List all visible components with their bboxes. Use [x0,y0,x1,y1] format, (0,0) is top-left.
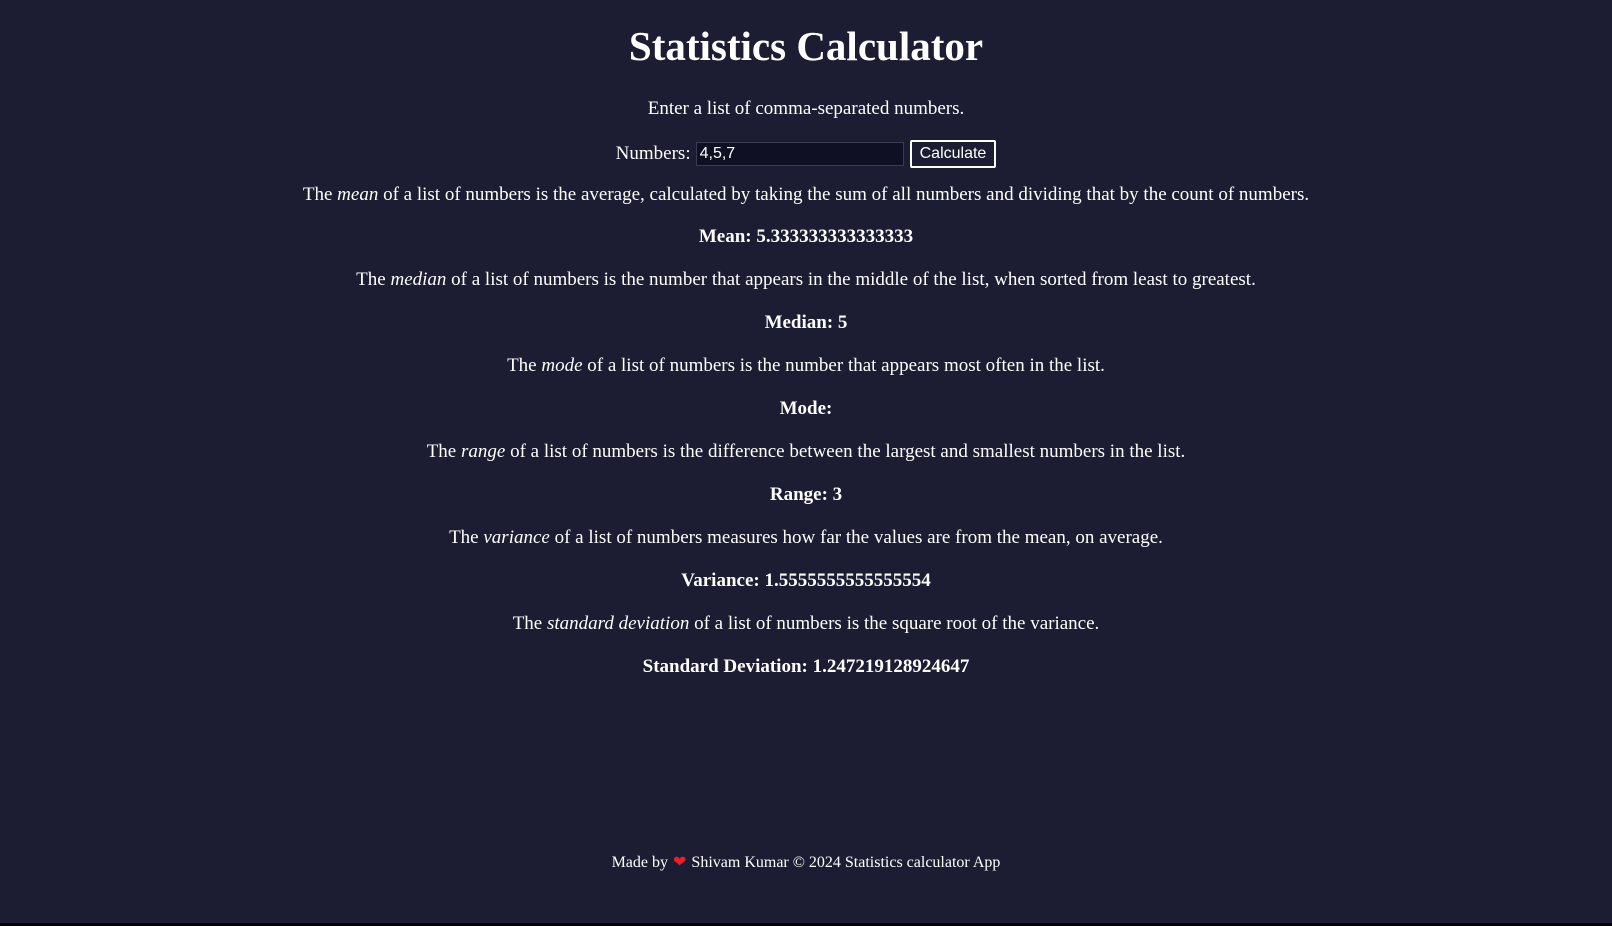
numbers-form: Numbers: Calculate [0,139,1612,169]
median-result: Median: 5 [764,312,848,333]
variance-desc-before: The [449,527,484,548]
variance-desc-after: of a list of numbers measures how far th… [549,527,1163,548]
heart-icon: ❤ [673,852,687,871]
std-dev-result: Standard Deviation: 1.247219128924647 [642,656,970,677]
mode-result: Mode: [779,398,833,419]
mode-desc-before: The [507,355,542,376]
variance-result: Variance: 1.5555555555555554 [681,570,931,591]
mean-description: The mean of a list of numbers is the ave… [0,183,1612,207]
mean-desc-after: of a list of numbers is the average, cal… [378,184,1310,205]
variance-term: variance [483,527,550,548]
mean-desc-before: The [302,184,338,205]
mean-term: mean [337,184,379,205]
variance-description: The variance of a list of numbers measur… [0,526,1612,550]
intro-text: Enter a list of comma-separated numbers. [647,98,965,119]
range-desc-before: The [426,441,461,462]
range-term: range [461,441,506,462]
std-dev-desc-after: of a list of numbers is the square root … [689,613,1100,634]
range-description: The range of a list of numbers is the di… [0,440,1612,464]
page-title: Statistics Calculator [628,23,984,69]
std-dev-term: standard deviation [547,613,690,634]
median-term: median [390,269,447,290]
numbers-label: Numbers: [615,143,691,164]
range-result: Range: 3 [769,484,843,505]
numbers-input[interactable] [695,142,904,166]
calculate-button[interactable]: Calculate [909,140,997,168]
mode-description: The mode of a list of numbers is the num… [0,354,1612,378]
footer-made-by: Made by [611,854,669,871]
mode-desc-after: of a list of numbers is the number that … [582,355,1105,376]
std-dev-description: The standard deviation of a list of numb… [0,612,1612,636]
median-description: The median of a list of numbers is the n… [0,268,1612,292]
mode-term: mode [541,355,583,376]
page: Statistics Calculator Enter a list of co… [0,0,1612,923]
range-desc-after: of a list of numbers is the difference b… [505,441,1186,462]
median-desc-before: The [356,269,391,290]
mean-result: Mean: 5.333333333333333 [698,226,914,247]
footer: Made by ❤ Shivam Kumar © 2024 Statistics c… [0,852,1612,873]
footer-credit: Shivam Kumar © 2024 Statistics calculato… [691,854,1001,871]
median-desc-after: of a list of numbers is the number that … [446,269,1256,290]
std-dev-desc-before: The [512,613,547,634]
